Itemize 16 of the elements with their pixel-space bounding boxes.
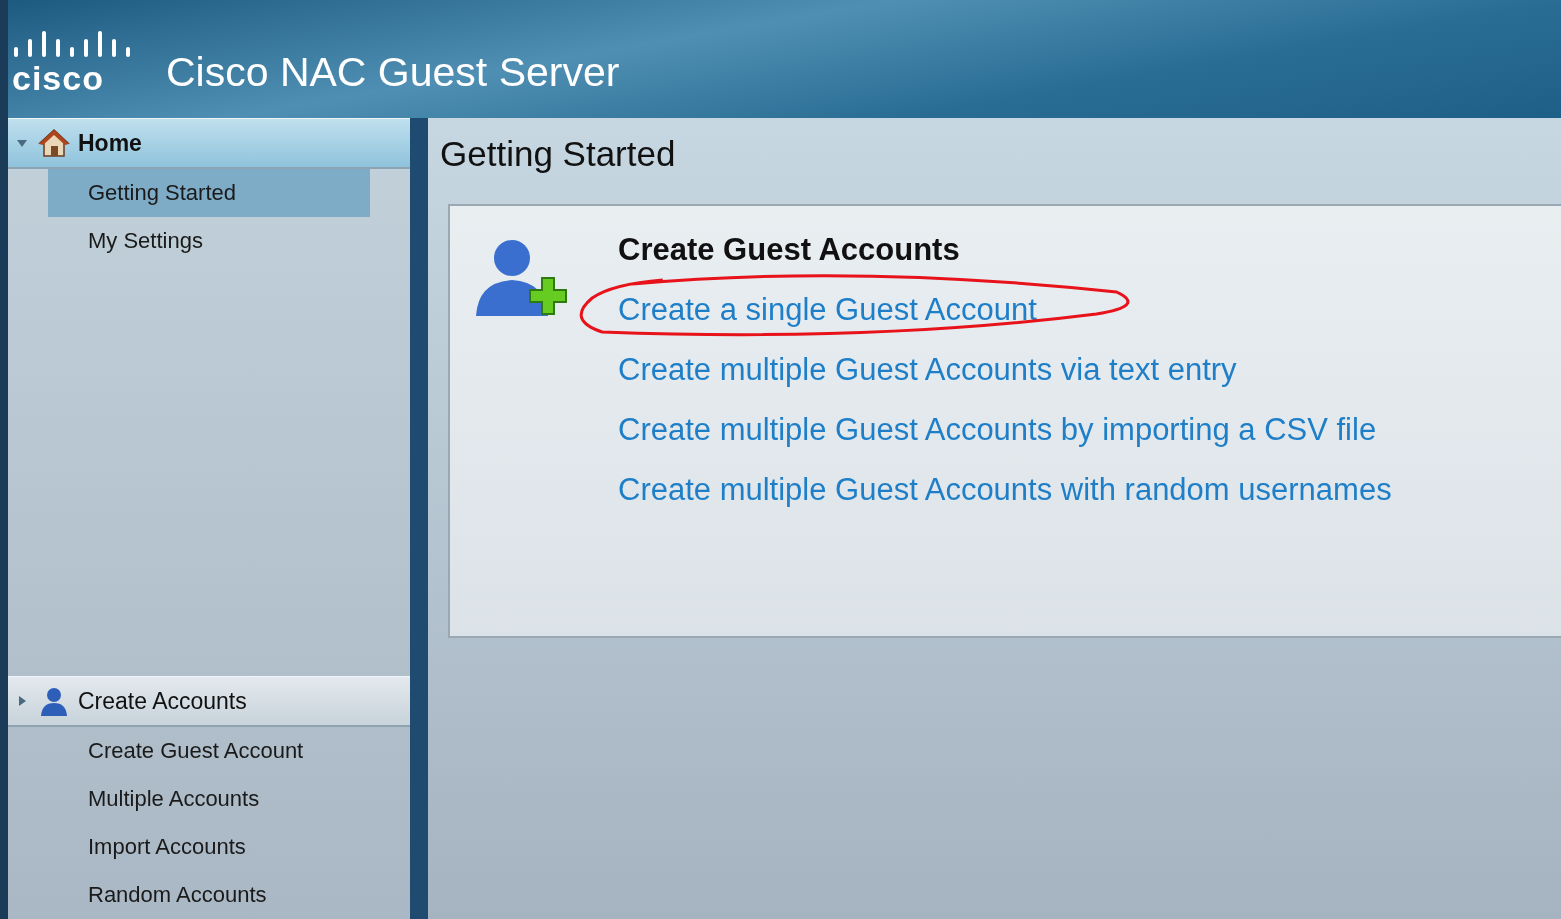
logo-text: cisco (12, 63, 104, 93)
page-title: Getting Started (439, 133, 677, 175)
section-header[interactable]: Home (8, 118, 410, 169)
sidebar-item[interactable]: Getting Started (48, 169, 370, 217)
sidebar-item[interactable]: Multiple Accounts (48, 775, 370, 823)
link[interactable]: Create multiple Guest Accounts via text entry (618, 352, 1237, 388)
app-title: Cisco NAC Guest Server (166, 48, 620, 96)
link[interactable]: Create a single Guest Account (618, 292, 1037, 328)
sidebar-item[interactable]: Import Accounts (48, 823, 370, 871)
sidebar-item[interactable]: Random Accounts (48, 871, 370, 919)
sidebar-item[interactable]: My Settings (48, 217, 370, 265)
card-heading: Create Guest Accounts (618, 232, 961, 269)
section-header[interactable]: Create Accounts (8, 676, 410, 727)
house-icon (38, 128, 70, 158)
user-icon (38, 685, 70, 717)
sidebar-item[interactable]: Create Guest Account (48, 727, 370, 775)
